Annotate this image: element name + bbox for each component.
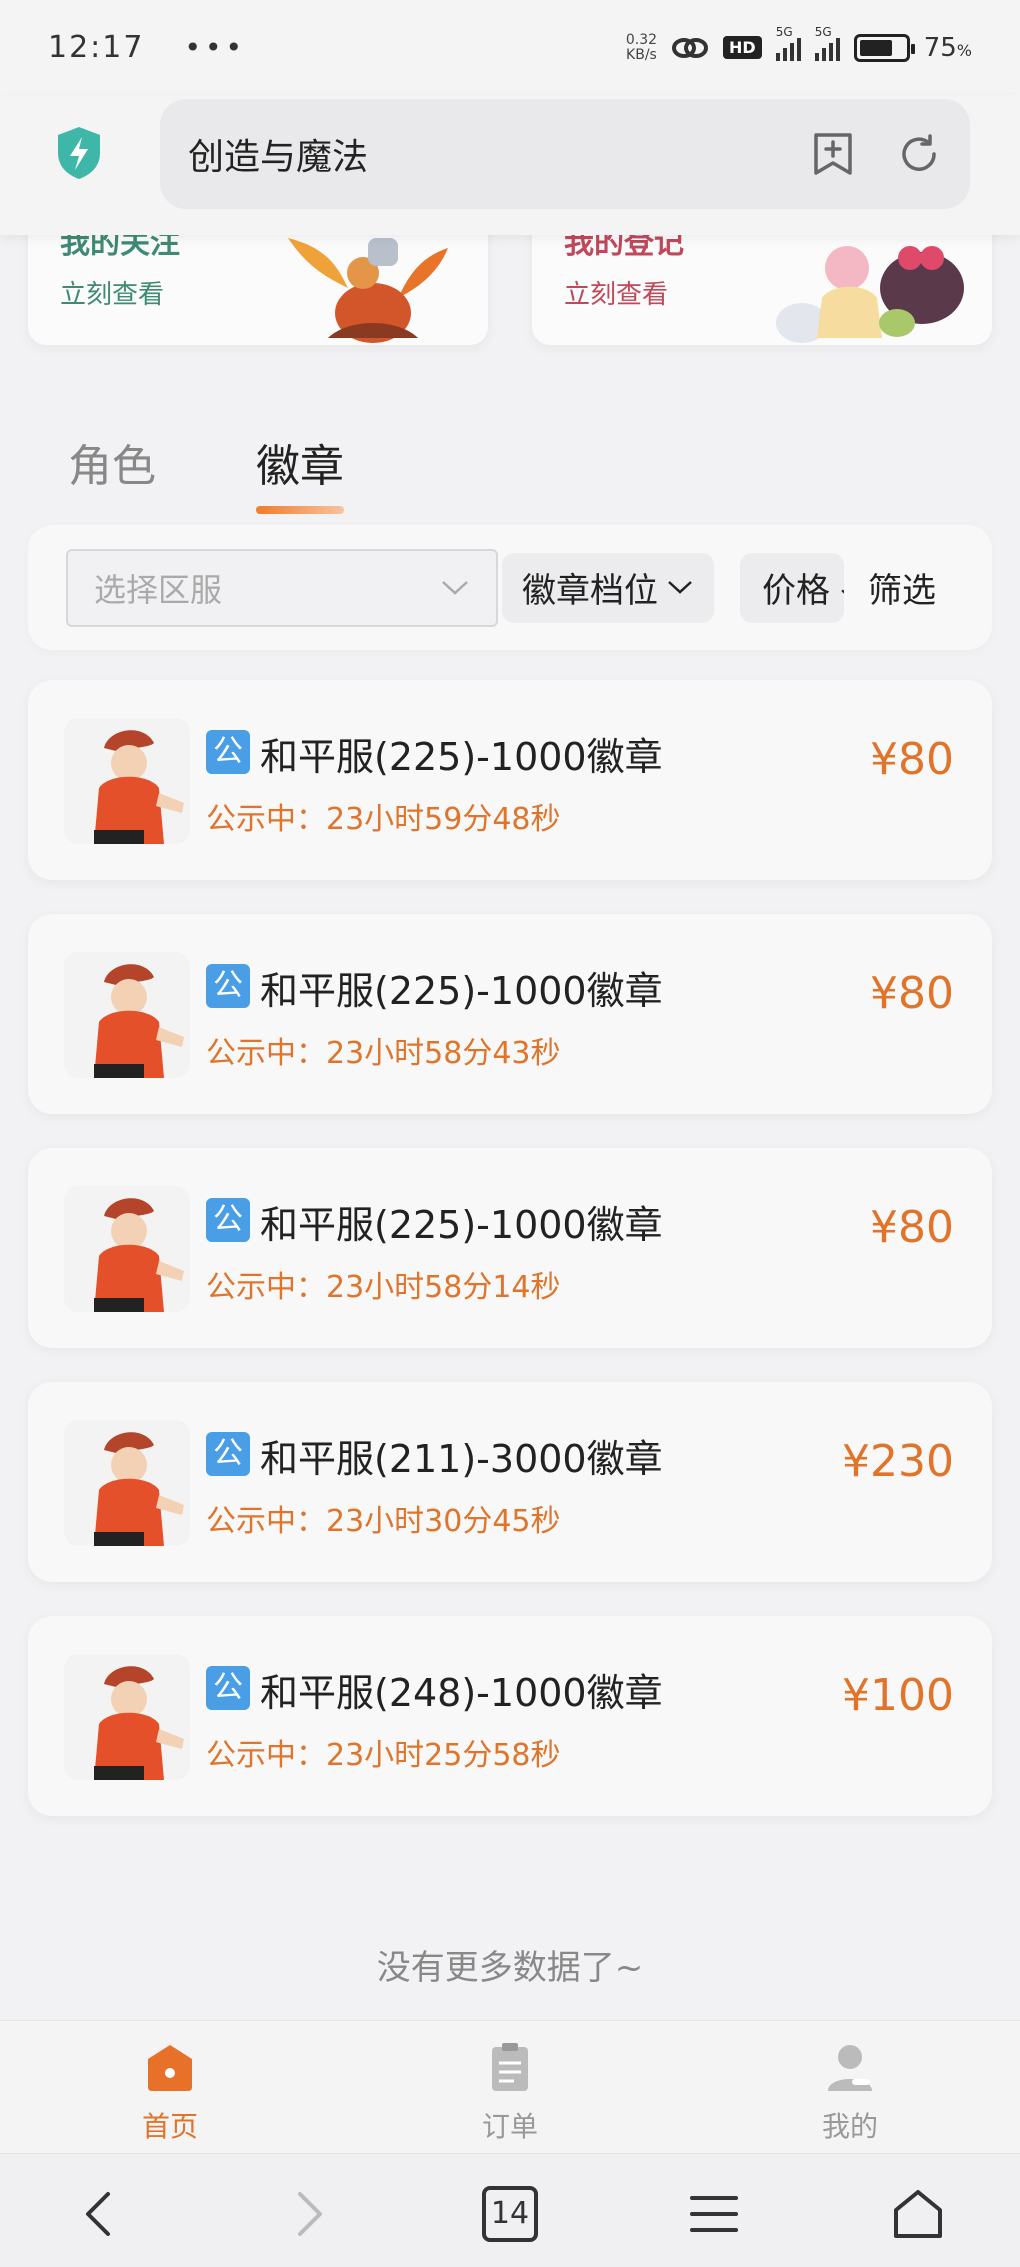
status-bar: 12:17 ••• 0.32 KB/s HD 5G 5G 75%: [0, 0, 1020, 95]
listing-card[interactable]: 公 和平服(225)-1000徽章 公示中：23小时58分14秒 ¥80: [28, 1148, 992, 1348]
nav-profile-label: 我的: [821, 2110, 878, 2143]
listing-title: 和平服(225)-1000徽章: [260, 969, 663, 1013]
address-bar[interactable]: 创造与魔法: [160, 99, 970, 209]
banner-subtitle: 立刻查看: [60, 280, 165, 310]
bookmark-add-icon[interactable]: [810, 131, 856, 177]
chevron-down-icon: [668, 580, 692, 594]
nav-home[interactable]: 首页: [100, 2041, 240, 2145]
nav-orders[interactable]: 订单: [440, 2041, 580, 2145]
banner-subtitle: 立刻查看: [564, 280, 669, 310]
listing-card[interactable]: 公 和平服(225)-1000徽章 公示中：23小时59分48秒 ¥80: [28, 680, 992, 880]
listing-card[interactable]: 公 和平服(211)-3000徽章 公示中：23小时30分45秒 ¥230: [28, 1382, 992, 1582]
net-speed-unit: KB/s: [626, 46, 657, 63]
signal-icon: 5G: [775, 25, 801, 61]
tab-role[interactable]: 角色: [68, 430, 156, 494]
listing-price: ¥80: [870, 1202, 954, 1253]
public-badge: 公: [206, 964, 250, 1008]
signal-icon-2: 5G: [814, 25, 840, 61]
chevron-down-icon: [442, 580, 468, 595]
link-icon: [672, 37, 709, 58]
listing-price: ¥80: [870, 734, 954, 785]
server-select[interactable]: 选择区服: [66, 548, 498, 627]
menu-icon[interactable]: [686, 2186, 742, 2242]
end-of-list-text: 没有更多数据了~: [376, 1948, 644, 1988]
character-avatar: [64, 718, 190, 844]
listing-card[interactable]: 公 和平服(225)-1000徽章 公示中：23小时58分43秒 ¥80: [28, 914, 992, 1114]
phoenix-illustration: [288, 238, 448, 343]
more-notifications-icon: •••: [184, 31, 247, 64]
tabs-count-button[interactable]: 14: [482, 2186, 538, 2242]
character-avatar: [64, 1420, 190, 1546]
browser-nav-bar: 14: [0, 2153, 1020, 2267]
listing-price: ¥100: [842, 1670, 954, 1721]
listing-status: 公示中：23小时58分43秒: [206, 1036, 561, 1071]
signal-label-2: 5G: [814, 24, 832, 39]
listing-status: 公示中：23小时30分45秒: [206, 1504, 561, 1539]
page-title: 创造与魔法: [188, 137, 369, 178]
public-badge: 公: [206, 1432, 250, 1476]
nav-profile[interactable]: 我的: [780, 2041, 920, 2145]
battery-percent: 75%: [923, 32, 972, 63]
home-icon: [148, 2045, 192, 2091]
character-avatar: [64, 1654, 190, 1780]
browser-toolbar: 创造与魔法: [0, 95, 1020, 235]
listing-title: 和平服(225)-1000徽章: [260, 735, 663, 779]
badge-tier-label: 徽章档位: [522, 571, 658, 611]
listing-price: ¥230: [842, 1436, 954, 1487]
listing-status: 公示中：23小时25分58秒: [206, 1738, 561, 1773]
chevron-down-icon: ⌄: [836, 573, 844, 603]
filter-button[interactable]: 筛选: [868, 563, 936, 612]
hd-badge: HD: [723, 36, 762, 59]
status-icons: 0.32 KB/s HD 5G 5G 75%: [625, 25, 972, 63]
net-speed: 0.32 KB/s: [625, 31, 658, 63]
listing-title: 和平服(248)-1000徽章: [260, 1671, 663, 1715]
server-select-placeholder: 选择区服: [94, 570, 223, 609]
order-icon: [492, 2043, 528, 2091]
character-avatar: [64, 1186, 190, 1312]
profile-icon: [828, 2045, 872, 2091]
status-time: 12:17: [48, 30, 145, 65]
character-avatar: [64, 952, 190, 1078]
listing-title: 和平服(225)-1000徽章: [260, 1203, 663, 1247]
filter-bar: 选择区服 徽章档位 价格 ⌄ 筛选: [28, 525, 992, 650]
listing-status: 公示中：23小时59分48秒: [206, 802, 561, 837]
public-badge: 公: [206, 1198, 250, 1242]
signal-label: 5G: [775, 24, 793, 39]
bottom-nav: 首页 订单 我的: [0, 2020, 1020, 2153]
listing-card[interactable]: 公 和平服(248)-1000徽章 公示中：23小时25分58秒 ¥100: [28, 1616, 992, 1816]
nav-home-label: 首页: [141, 2110, 198, 2143]
nav-orders-label: 订单: [481, 2110, 538, 2143]
net-speed-value: 0.32: [625, 31, 658, 48]
shield-icon[interactable]: [54, 125, 104, 181]
listing-price: ¥80: [870, 968, 954, 1019]
category-tabs: 角色 徽章: [68, 430, 344, 514]
listing-title: 和平服(211)-3000徽章: [260, 1437, 663, 1481]
battery-icon: [853, 33, 915, 62]
price-label: 价格: [762, 571, 830, 611]
home-page-icon[interactable]: [890, 2186, 946, 2242]
public-badge: 公: [206, 730, 250, 774]
price-sort-dropdown[interactable]: 价格 ⌄: [740, 552, 844, 623]
back-icon[interactable]: [72, 2186, 128, 2242]
tab-badge[interactable]: 徽章: [256, 430, 344, 514]
forward-icon[interactable]: [280, 2186, 336, 2242]
listing-status: 公示中：23小时58分14秒: [206, 1270, 561, 1305]
badge-tier-dropdown[interactable]: 徽章档位: [502, 552, 714, 623]
refresh-icon[interactable]: [896, 131, 942, 177]
characters-illustration: [776, 246, 964, 343]
public-badge: 公: [206, 1666, 250, 1710]
